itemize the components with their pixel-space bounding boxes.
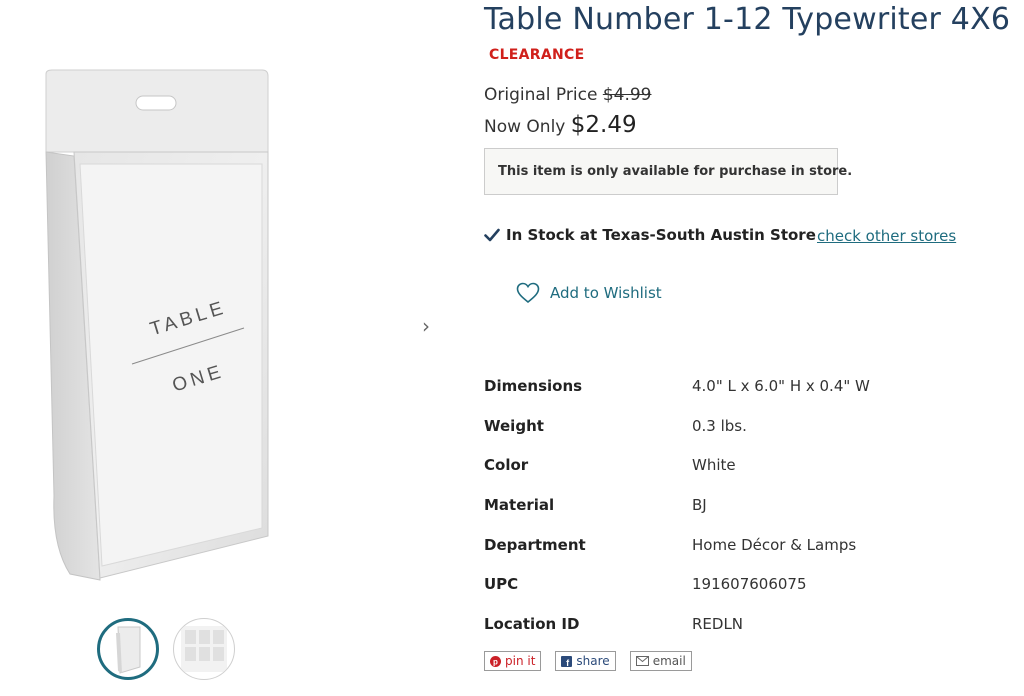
add-to-wishlist-label: Add to Wishlist <box>550 284 662 302</box>
share-bar: p pin it f share email <box>484 651 692 671</box>
stock-status-text: In Stock at Texas-South Austin Store <box>506 226 816 244</box>
pinterest-icon: p <box>490 655 501 667</box>
spec-row: Dimensions 4.0" L x 6.0" H x 0.4" W <box>484 366 924 406</box>
spec-value: Home Décor & Lamps <box>692 535 857 554</box>
svg-text:p: p <box>493 657 498 666</box>
heart-outline-icon <box>516 282 540 304</box>
spec-label: UPC <box>484 575 519 594</box>
store-only-notice-text: This item is only available for purchase… <box>498 164 853 179</box>
spec-label: Department <box>484 535 586 554</box>
stock-status: In Stock at Texas-South Austin Store <box>484 226 816 244</box>
email-share-button[interactable]: email <box>629 651 692 671</box>
product-title: Table Number 1-12 Typewriter 4X6 <box>484 2 1011 37</box>
checkmark-icon <box>484 228 500 242</box>
email-share-label: email <box>652 654 686 668</box>
sale-price-label: Now Only <box>484 117 566 137</box>
check-other-stores-link[interactable]: check other stores <box>817 227 956 245</box>
spec-label: Material <box>484 495 555 514</box>
original-price: Original Price $4.99 <box>484 85 651 105</box>
spec-label: Weight <box>484 416 544 435</box>
spec-value: REDLN <box>692 614 744 633</box>
sale-price-value: $2.49 <box>570 112 637 138</box>
spec-row: UPC 191607606075 <box>484 564 924 604</box>
spec-label: Location ID <box>484 614 580 633</box>
spec-value: 191607606075 <box>692 575 807 594</box>
facebook-icon: f <box>561 655 573 667</box>
store-only-notice: This item is only available for purchase… <box>484 148 852 195</box>
original-price-label: Original Price <box>484 85 598 105</box>
thumbnail-1[interactable] <box>97 618 159 680</box>
pin-it-label: pin it <box>505 654 536 668</box>
original-price-value: $4.99 <box>602 85 652 105</box>
facebook-share-label: share <box>576 654 610 668</box>
spec-value: BJ <box>692 495 707 514</box>
pin-it-button[interactable]: p pin it <box>484 651 542 671</box>
spec-value: 0.3 lbs. <box>692 416 747 435</box>
add-to-wishlist-button[interactable]: Add to Wishlist <box>516 282 662 304</box>
spec-row: Material BJ <box>484 485 924 525</box>
product-image[interactable]: TABLE ONE <box>40 66 280 582</box>
spec-row: Weight 0.3 lbs. <box>484 406 924 446</box>
envelope-icon <box>635 656 649 666</box>
spec-row: Location ID REDLN <box>484 604 924 644</box>
spec-label: Dimensions <box>484 376 583 395</box>
spec-row: Color White <box>484 445 924 485</box>
spec-value: White <box>692 456 736 475</box>
sale-price: Now Only $2.49 <box>484 112 637 138</box>
thumbnail-2[interactable] <box>173 618 235 680</box>
spec-label: Color <box>484 456 529 475</box>
clearance-badge: CLEARANCE <box>489 47 585 63</box>
spec-row: Department Home Décor & Lamps <box>484 525 924 565</box>
chevron-right-icon[interactable]: › <box>418 314 434 338</box>
specs-table: Dimensions 4.0" L x 6.0" H x 0.4" W Weig… <box>484 366 924 644</box>
spec-value: 4.0" L x 6.0" H x 0.4" W <box>692 376 870 395</box>
facebook-share-button[interactable]: f share <box>555 651 616 671</box>
